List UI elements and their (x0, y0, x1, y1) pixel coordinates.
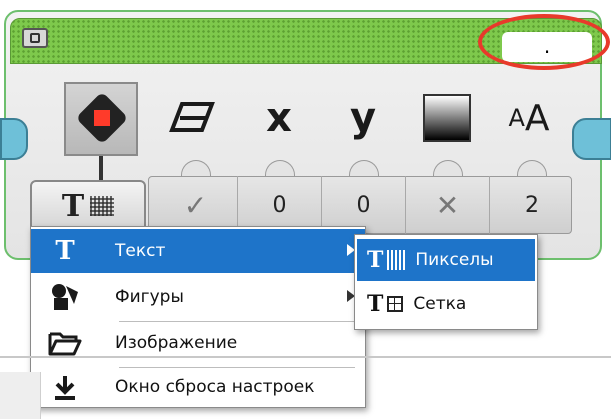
text-submenu: T Пикселы T Сетка (354, 234, 538, 330)
color-param[interactable]: ✕ (406, 176, 490, 234)
folder-open-icon (45, 330, 85, 356)
reset-download-icon (45, 373, 85, 401)
pixels-grid-icon (90, 196, 115, 216)
sequence-output-connector[interactable] (572, 118, 611, 160)
canvas-divider (0, 356, 611, 358)
font-param[interactable]: 2 (490, 176, 574, 234)
x-coordinate-icon: x (266, 95, 292, 141)
mode-selector-button[interactable]: T (30, 180, 146, 232)
color-gradient-icon (414, 88, 480, 148)
display-module-icon (22, 28, 48, 48)
menu-item-label: Окно сброса настроек (115, 377, 315, 397)
grid-icon (387, 296, 404, 312)
text-t-icon: T (367, 291, 384, 317)
eraser-icon (160, 88, 226, 148)
mode-menu: T Текст Фигуры Изображение Окно сброса н… (30, 226, 366, 408)
text-t-icon: T (367, 247, 384, 273)
display-brick-icon[interactable] (64, 82, 138, 156)
text-t-icon: T (55, 236, 75, 266)
submenu-item-label: Сетка (413, 294, 467, 314)
submenu-item-pixels[interactable]: T Пикселы (357, 239, 535, 281)
font-size-icon: AA (508, 97, 550, 139)
submenu-item-grid[interactable]: T Сетка (357, 283, 535, 325)
menu-item-label: Изображение (115, 333, 238, 353)
text-t-icon: T (61, 188, 85, 224)
canvas-edge (0, 372, 41, 419)
y-coordinate-icon: y (349, 95, 377, 141)
menu-item-reset-screen[interactable]: Окно сброса настроек (31, 365, 365, 409)
menu-item-shapes[interactable]: Фигуры (31, 275, 365, 319)
sequence-input-connector[interactable] (0, 118, 28, 160)
menu-item-label: Текст (115, 241, 166, 261)
menu-item-label: Фигуры (115, 287, 184, 307)
menu-item-image[interactable]: Изображение (31, 321, 365, 365)
highlight-ring (478, 14, 610, 70)
shapes-icon (45, 282, 85, 312)
pixels-bars-icon (387, 250, 406, 270)
menu-item-text[interactable]: T Текст (31, 229, 365, 273)
submenu-item-label: Пикселы (415, 250, 494, 270)
